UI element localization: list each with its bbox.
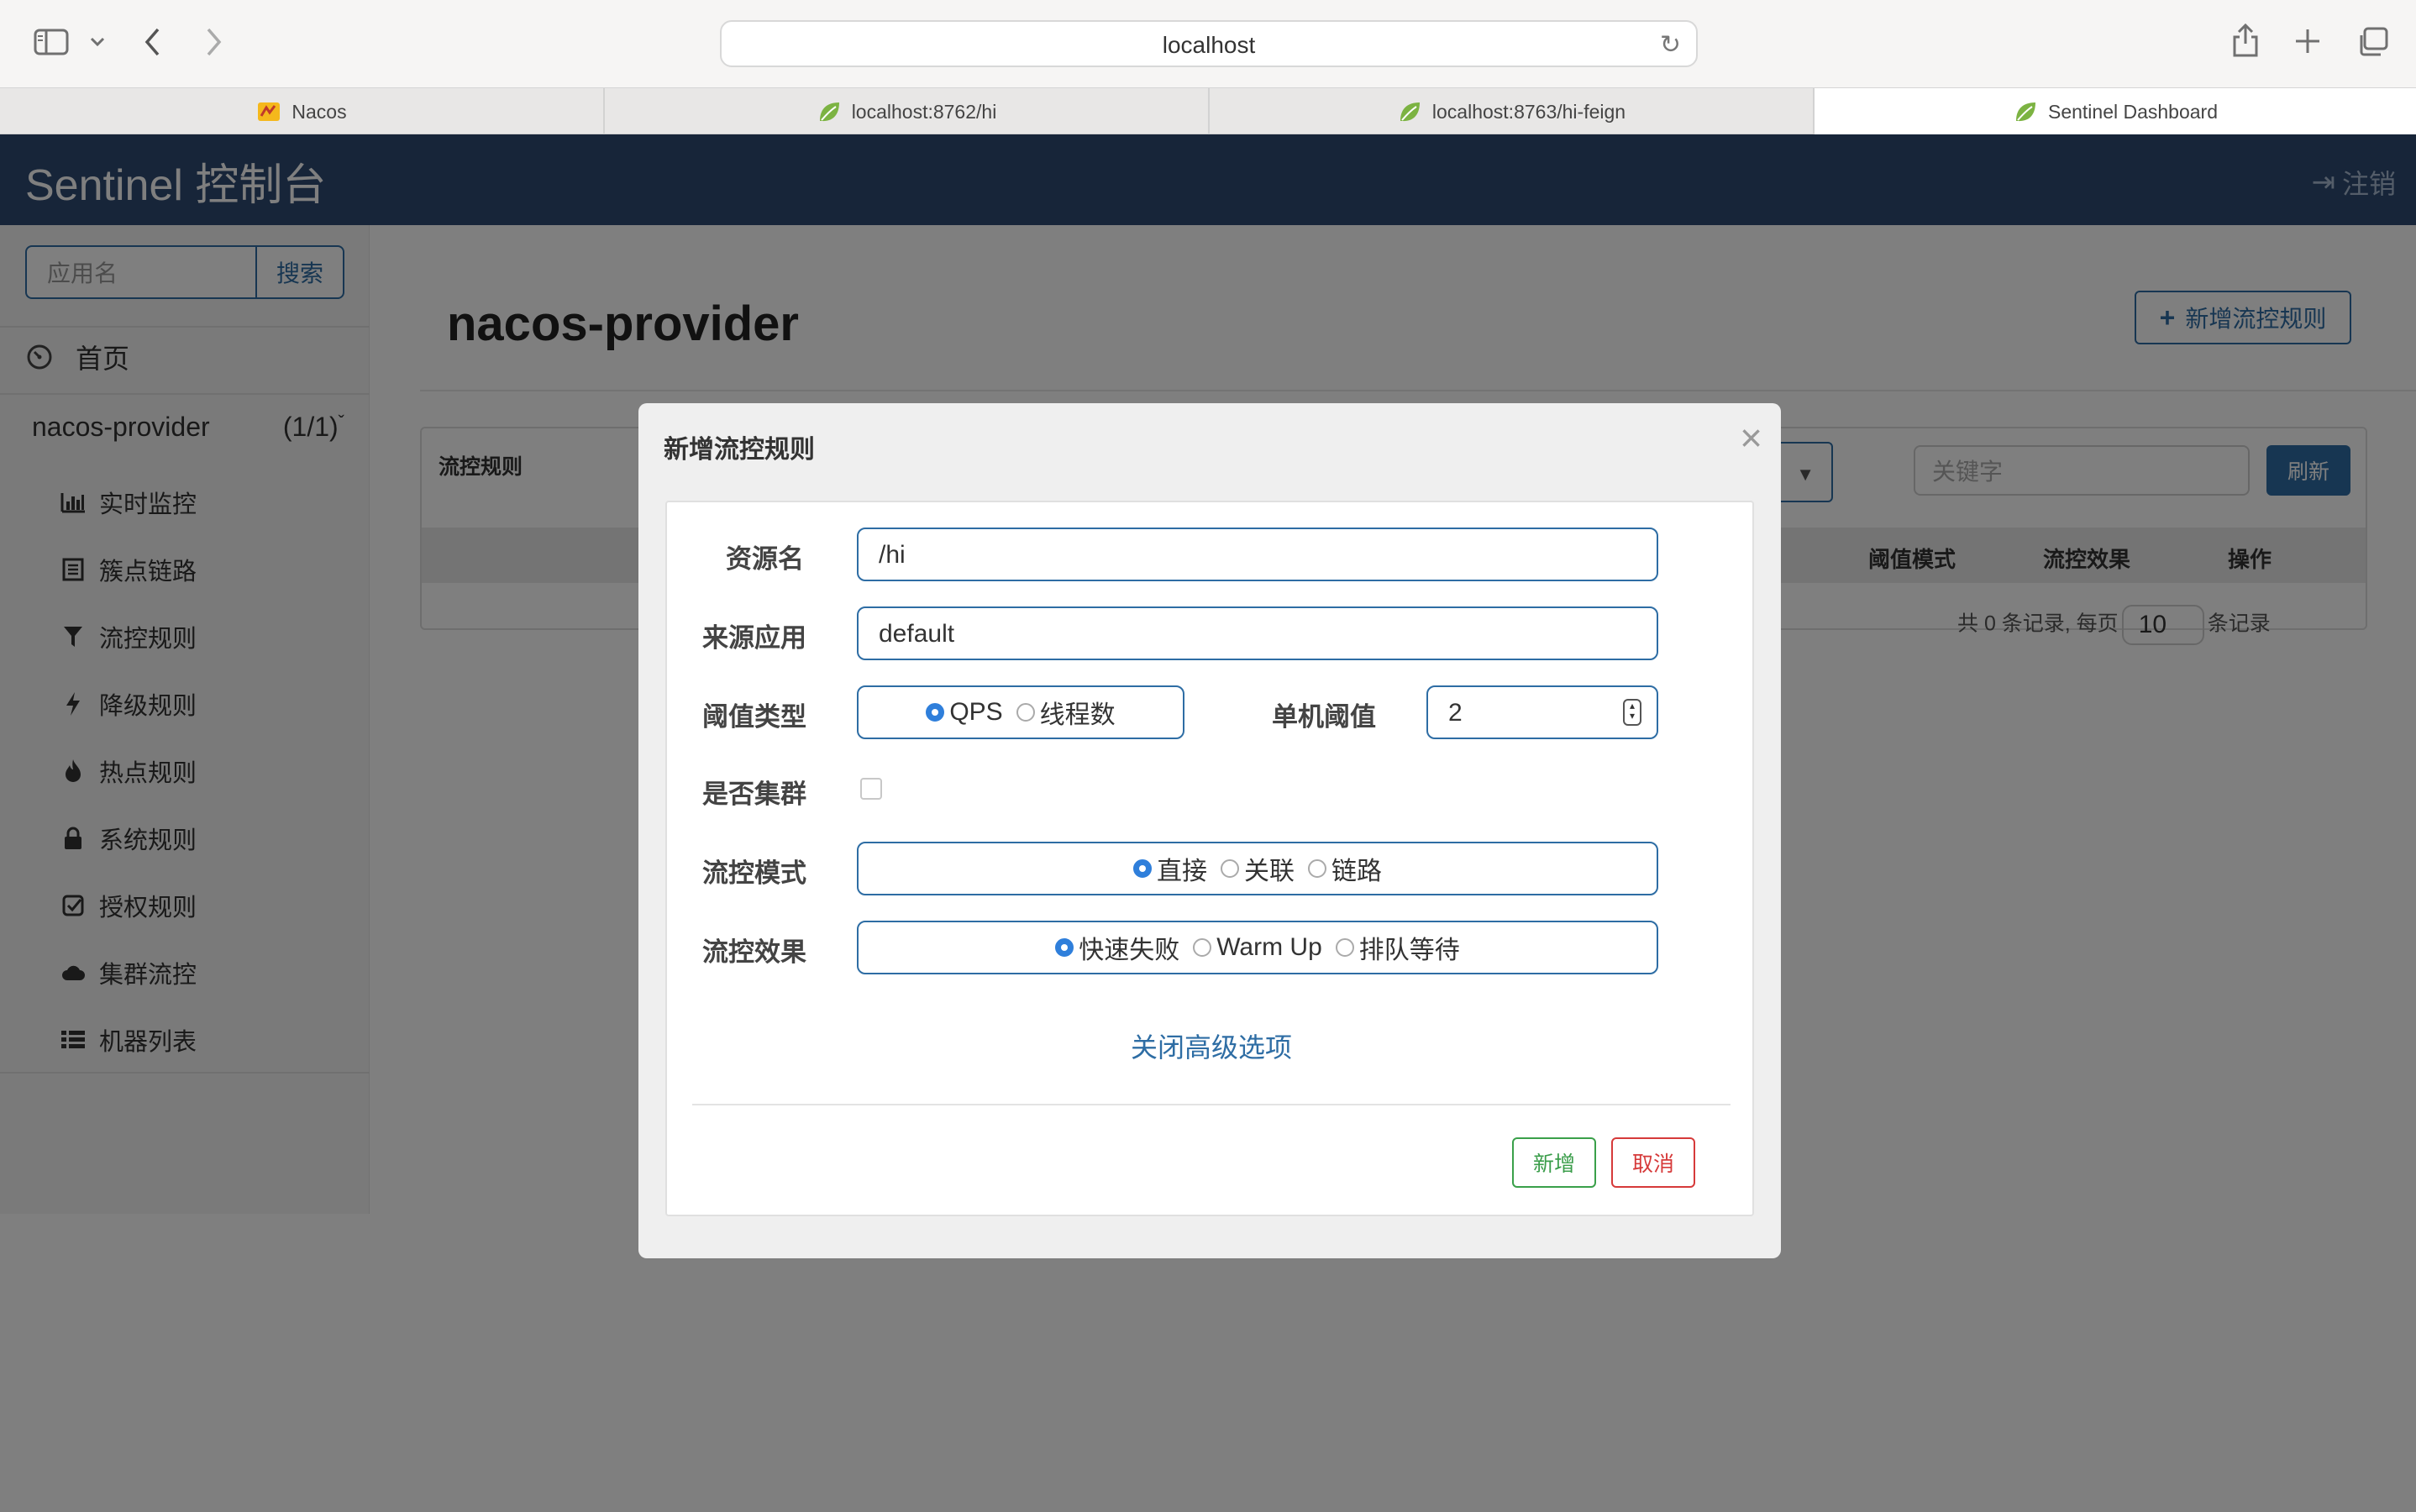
radio-dot xyxy=(1016,703,1035,722)
threshold-type-group: QPS 线程数 xyxy=(857,685,1184,739)
radio-chain[interactable]: 链路 xyxy=(1308,850,1382,887)
share-icon[interactable] xyxy=(2231,22,2260,59)
radio-qps[interactable]: QPS xyxy=(926,698,1003,727)
spring-leaf-icon xyxy=(819,102,839,122)
tab-hi-feign[interactable]: localhost:8763/hi-feign xyxy=(1210,88,1815,135)
radio-dot-selected xyxy=(926,703,945,722)
cancel-button[interactable]: 取消 xyxy=(1611,1137,1695,1188)
tab-label: localhost:8763/hi-feign xyxy=(1431,100,1626,123)
sidebar-toggle-icon[interactable] xyxy=(34,29,69,55)
forward-icon[interactable] xyxy=(203,27,223,57)
spring-leaf-icon xyxy=(1400,102,1420,122)
resource-value: /hi xyxy=(879,541,906,569)
resource-input[interactable]: /hi xyxy=(857,528,1658,581)
radio-thread-count[interactable]: 线程数 xyxy=(1016,694,1116,731)
browser-toolbar: localhost ↻ xyxy=(0,0,2416,87)
radio-dot xyxy=(1335,938,1354,957)
radio-label: 快速失败 xyxy=(1079,937,1180,964)
tab-hi[interactable]: localhost:8762/hi xyxy=(605,88,1210,135)
radio-label: QPS xyxy=(949,698,1003,726)
radio-dot-selected xyxy=(1133,859,1152,878)
threshold-label: 单机阈值 xyxy=(1272,702,1376,732)
reload-icon[interactable]: ↻ xyxy=(1660,30,1681,60)
stepper-icon[interactable]: ▴ ▾ xyxy=(1623,699,1641,726)
radio-label: 链路 xyxy=(1331,858,1382,885)
origin-value: default xyxy=(879,620,955,648)
back-icon[interactable] xyxy=(143,27,163,57)
radio-warm-up[interactable]: Warm Up xyxy=(1193,933,1322,962)
tab-overview-icon[interactable] xyxy=(2357,27,2389,57)
resource-label: 资源名 xyxy=(726,544,804,574)
origin-label: 来源应用 xyxy=(702,623,806,653)
toggle-advanced-link[interactable]: 关闭高级选项 xyxy=(667,1026,1756,1065)
dialog-title: 新增流控规则 xyxy=(664,436,815,464)
radio-label: 直接 xyxy=(1157,858,1207,885)
close-icon[interactable]: × xyxy=(1740,415,1762,460)
mode-label: 流控模式 xyxy=(702,858,806,888)
confirm-add-button[interactable]: 新增 xyxy=(1512,1137,1596,1188)
tab-label: localhost:8762/hi xyxy=(851,100,997,123)
radio-dot xyxy=(1221,859,1239,878)
address-bar[interactable]: localhost ↻ xyxy=(720,20,1698,67)
radio-relate[interactable]: 关联 xyxy=(1221,850,1295,887)
threshold-input[interactable]: 2 ▴ ▾ xyxy=(1426,685,1658,739)
cluster-checkbox[interactable] xyxy=(860,778,882,800)
radio-label: 关联 xyxy=(1244,858,1295,885)
radio-dot xyxy=(1308,859,1326,878)
mode-group: 直接 关联 链路 xyxy=(857,842,1658,895)
spring-leaf-icon xyxy=(2015,102,2035,122)
radio-dot-selected xyxy=(1055,938,1074,957)
tab-label: Nacos xyxy=(291,100,347,123)
new-tab-icon[interactable] xyxy=(2293,27,2322,55)
radio-label: 线程数 xyxy=(1039,701,1116,729)
effect-group: 快速失败 Warm Up 排队等待 xyxy=(857,921,1658,974)
radio-fast-fail[interactable]: 快速失败 xyxy=(1055,929,1179,966)
tab-nacos[interactable]: Nacos xyxy=(0,88,605,135)
add-flow-rule-dialog: 新增流控规则 × 资源名 /hi 来源应用 default 阈值类型 QPS 线… xyxy=(638,403,1781,1258)
nacos-favicon-icon xyxy=(258,102,281,121)
dialog-form: 资源名 /hi 来源应用 default 阈值类型 QPS 线程数 单机阈值 2… xyxy=(665,501,1754,1216)
tab-label: Sentinel Dashboard xyxy=(2047,100,2219,123)
radio-direct[interactable]: 直接 xyxy=(1133,850,1207,887)
url-text: localhost xyxy=(1162,32,1256,58)
divider xyxy=(692,1104,1731,1105)
radio-label: Warm Up xyxy=(1216,933,1322,961)
threshold-type-label: 阈值类型 xyxy=(702,702,806,732)
effect-label: 流控效果 xyxy=(702,937,806,967)
cluster-label: 是否集群 xyxy=(702,780,806,809)
origin-input[interactable]: default xyxy=(857,606,1658,660)
chevron-down-icon[interactable] xyxy=(89,35,106,49)
threshold-value: 2 xyxy=(1448,699,1463,727)
radio-queue[interactable]: 排队等待 xyxy=(1335,929,1460,966)
tab-sentinel-dashboard[interactable]: Sentinel Dashboard xyxy=(1815,88,2416,135)
radio-dot xyxy=(1193,938,1212,957)
radio-label: 排队等待 xyxy=(1358,937,1460,964)
tab-bar: Nacos localhost:8762/hi localhost:8763/h… xyxy=(0,87,2416,135)
